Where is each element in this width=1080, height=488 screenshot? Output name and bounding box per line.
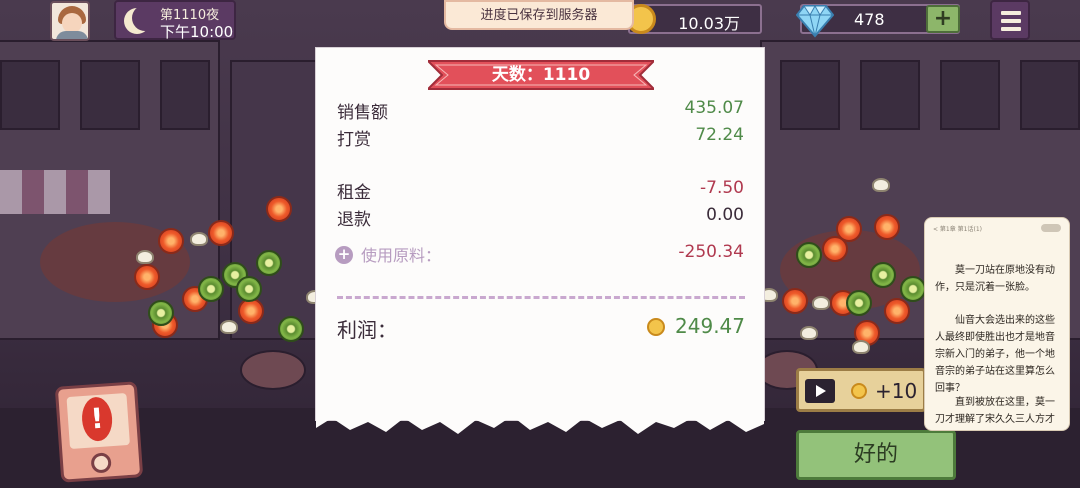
rent-label: 租金 <box>337 183 371 203</box>
tomato-slice-icon <box>884 298 910 324</box>
pepper-slice-icon <box>278 316 304 342</box>
garlic-icon <box>852 340 870 354</box>
ad-reward-value: +10 <box>875 379 918 403</box>
garlic-icon <box>872 178 890 192</box>
sales-label: 销售额 <box>337 103 388 123</box>
tomato-slice-icon <box>134 264 160 290</box>
buy-gems-button[interactable]: + <box>926 5 960 33</box>
ok-button[interactable]: 好的 <box>796 430 956 480</box>
expand-ingredients-button[interactable]: + <box>335 246 353 264</box>
pepper-slice-icon <box>198 276 224 302</box>
pepper-slice-icon <box>796 242 822 268</box>
coin-icon <box>647 318 665 336</box>
tomato-slice-icon <box>822 236 848 262</box>
profit-label: 利润： <box>337 318 397 342</box>
gem-counter: 478 + <box>796 4 960 38</box>
window <box>860 60 920 130</box>
menu-icon-bar <box>1001 27 1021 31</box>
tips-value: 72.24 <box>695 125 744 145</box>
novel-header: < 第1章 第1话(1) <box>933 226 982 233</box>
window <box>160 60 210 130</box>
pepper-slice-icon <box>236 276 262 302</box>
watch-ad-reward-button[interactable]: +10 <box>796 368 926 412</box>
garlic-icon <box>800 326 818 340</box>
pepper-slice-icon <box>148 300 174 326</box>
rent-value: -7.50 <box>700 178 744 198</box>
coin-icon <box>851 383 867 399</box>
coin-value: 10.03万 <box>678 14 740 33</box>
window <box>940 60 1000 130</box>
gem-icon <box>796 4 834 38</box>
menu-icon <box>1001 11 1021 15</box>
novel-paragraph: 仙音大会选出来的这些人最终即使胜出也才是地音宗新入门的弟子，他一个地音宗的弟子站… <box>935 315 1055 394</box>
menu-button[interactable] <box>990 0 1030 40</box>
alert-card-dot <box>90 452 112 474</box>
ingredients-value: -250.34 <box>678 242 744 262</box>
player-avatar[interactable] <box>50 1 90 41</box>
novel-options-pill[interactable] <box>1041 224 1061 232</box>
garlic-icon <box>136 250 154 264</box>
alert-card-face: ! <box>66 392 130 450</box>
window <box>80 60 140 130</box>
cafe-table <box>240 350 306 390</box>
shop-awning <box>0 170 110 214</box>
ingredients-label: 使用原料： <box>361 246 442 265</box>
novel-paragraph: 直到被放在这里，莫一刀才理解了宋久久三人方才的意 <box>935 397 1055 425</box>
tomato-slice-icon <box>208 220 234 246</box>
profit-value: 249.47 <box>675 314 745 338</box>
garlic-icon <box>812 296 830 310</box>
garlic-icon <box>220 320 238 334</box>
pepper-slice-icon <box>870 262 896 288</box>
play-icon <box>805 379 835 403</box>
refund-label: 退款 <box>337 210 371 230</box>
avatar-face <box>62 13 82 33</box>
garlic-icon <box>190 232 208 246</box>
alert-card-button[interactable]: ! <box>54 381 144 483</box>
avatar-body <box>56 31 88 39</box>
tomato-slice-icon <box>266 196 292 222</box>
coin-counter: 10.03万 <box>626 4 762 34</box>
tomato-slice-icon <box>238 298 264 324</box>
gem-value: 478 <box>854 10 885 29</box>
save-toast: 进度已保存到服务器 <box>444 0 634 30</box>
alert-icon: ! <box>80 396 114 443</box>
window <box>0 60 60 130</box>
window <box>780 60 840 130</box>
window <box>1020 60 1080 130</box>
tomato-slice-icon <box>158 228 184 254</box>
receipt-divider <box>337 296 745 299</box>
day-count: 天数：1110 <box>491 65 591 85</box>
day-time-panel: 第1110夜 下午10:00 <box>114 0 236 41</box>
refund-value: 0.00 <box>706 205 744 225</box>
menu-icon-bar <box>1001 19 1021 23</box>
time-label: 下午10:00 <box>160 23 234 41</box>
novel-paragraph: 莫一刀站在原地没有动作，只是沉着一张脸。 <box>935 265 1055 293</box>
receipt-torn-edge <box>316 410 764 434</box>
tomato-slice-icon <box>874 214 900 240</box>
tips-label: 打赏 <box>337 130 371 150</box>
tomato-slice-icon <box>782 288 808 314</box>
novel-reader-overlay[interactable]: < 第1章 第1话(1) 莫一刀站在原地没有动作，只是沉着一张脸。 仙音大会选出… <box>924 217 1070 431</box>
pepper-slice-icon <box>256 250 282 276</box>
sales-value: 435.07 <box>684 98 744 118</box>
pepper-slice-icon <box>846 290 872 316</box>
moon-icon <box>124 5 158 34</box>
pepper-slice-icon <box>900 276 926 302</box>
